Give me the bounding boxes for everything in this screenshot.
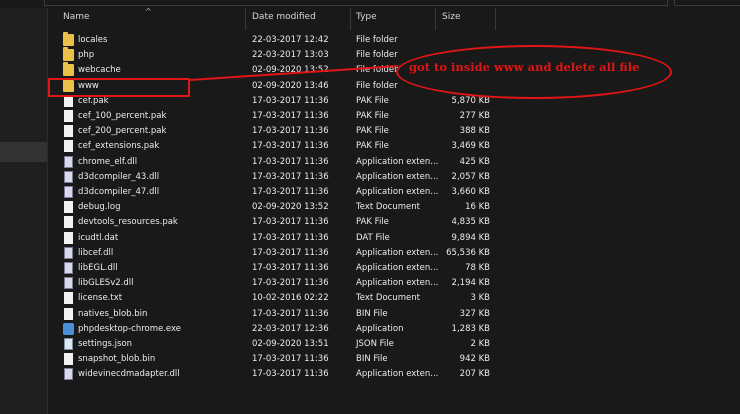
annotation-highlight-box — [48, 78, 190, 97]
annotation-arrow-line — [189, 65, 399, 81]
annotation-text: got to inside www and delete all file — [409, 60, 640, 74]
